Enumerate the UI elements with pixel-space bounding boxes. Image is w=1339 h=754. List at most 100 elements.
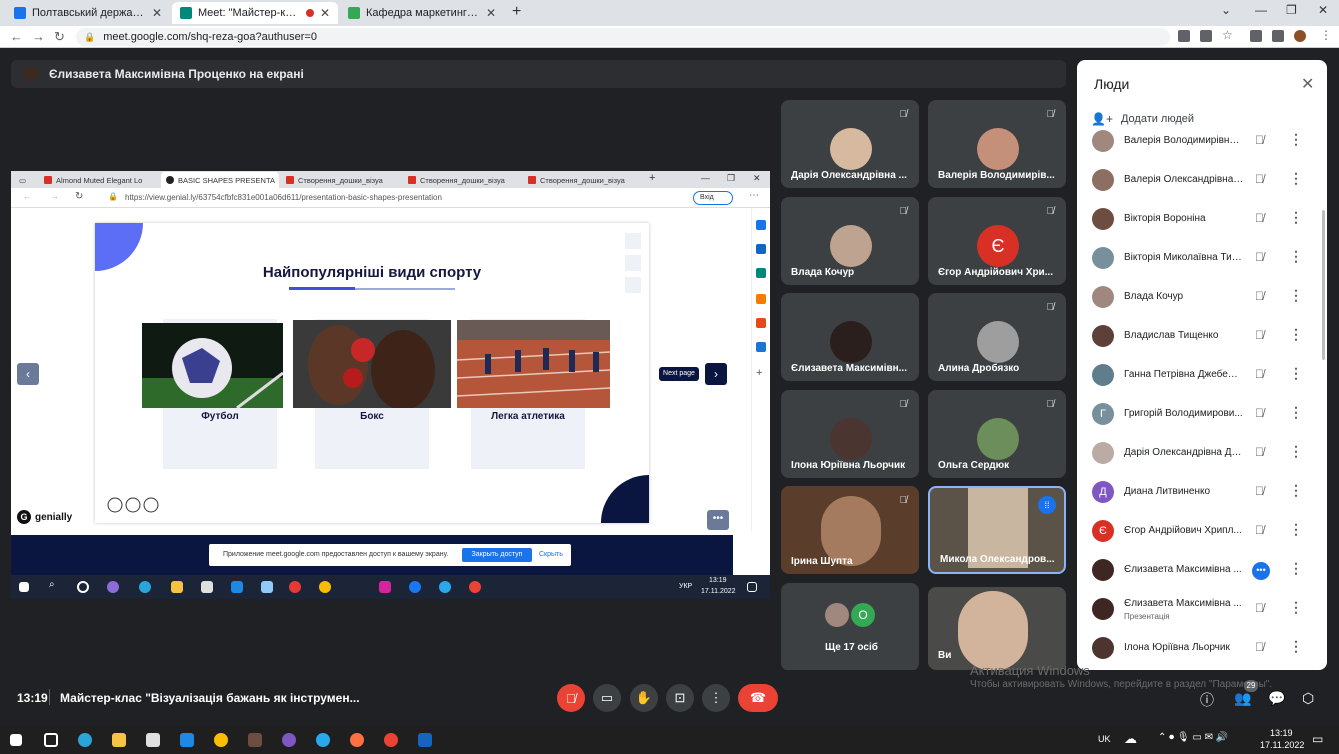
clock-date[interactable]: 17.11.2022 — [1260, 740, 1304, 750]
participant-row[interactable]: Вікторія Миколаївна Тим... 🎙̸ ⋮ — [1077, 239, 1327, 278]
participant-tile[interactable]: 🎙̸ Дарія Олександрівна ... — [781, 100, 919, 188]
chrome-icon[interactable] — [214, 733, 228, 747]
participant-tile[interactable]: Є 🎙̸ Єгор Андрійович Хри... — [928, 197, 1066, 285]
browser-tab-2[interactable]: Meet: "Майстер-клас "Візуа ✕ — [172, 2, 338, 24]
windows-start-icon[interactable] — [10, 734, 22, 746]
chat-icon[interactable]: 💬 — [1268, 690, 1285, 707]
people-icon[interactable]: 👥 — [1234, 690, 1251, 707]
participant-row[interactable]: Д Диана Литвиненко 🎙̸ ⋮ — [1077, 473, 1327, 512]
profile-avatar[interactable] — [1294, 30, 1306, 42]
participant-row[interactable]: Дарія Олександрівна Да... 🎙̸ ⋮ — [1077, 434, 1327, 473]
sidepanel-icon[interactable] — [1272, 30, 1284, 42]
mic-off-icon: 🎙̸ — [1255, 601, 1264, 615]
tab-search-icon[interactable]: ⌄ — [1221, 3, 1231, 17]
participant-row[interactable]: Валерія Олександрівна ... 🎙̸ ⋮ — [1077, 161, 1327, 200]
more-vert-icon[interactable]: ⋮ — [1289, 287, 1303, 304]
participant-row[interactable]: Влада Кочур 🎙̸ ⋮ — [1077, 278, 1327, 317]
extensions-icon[interactable] — [1250, 30, 1262, 42]
close-panel-button[interactable]: ✕ — [1301, 74, 1314, 94]
cloud-icon[interactable]: ☁ — [1124, 731, 1137, 747]
viber-icon[interactable] — [282, 733, 296, 747]
notifications-icon[interactable]: ▭ — [1312, 732, 1323, 746]
participant-tile[interactable]: 🎙̸ Влада Кочур — [781, 197, 919, 285]
camera-icon[interactable] — [1178, 30, 1190, 42]
close-window-button[interactable]: ✕ — [1318, 3, 1328, 17]
participant-row[interactable]: Ілона Юріївна Льорчик 🎙̸ ⋮ — [1077, 629, 1327, 668]
new-tab-button[interactable]: + — [512, 3, 521, 21]
more-vert-icon[interactable]: ⋮ — [1289, 482, 1303, 499]
language-indicator[interactable]: UK — [1098, 734, 1111, 744]
activation-subtitle: Чтобы активировать Windows, перейдите в … — [970, 679, 1273, 690]
address-input[interactable]: 🔒 meet.google.com/shq-reza-goa?authuser=… — [76, 28, 1170, 46]
more-vert-icon[interactable]: ⋮ — [1289, 170, 1303, 187]
more-vert-icon[interactable]: ⋮ — [1289, 443, 1303, 460]
share-icon[interactable] — [1200, 30, 1212, 42]
participant-row[interactable]: Ганна Петрівна Джебеже... 🎙̸ ⋮ — [1077, 356, 1327, 395]
more-vert-icon[interactable]: ⋮ — [1289, 638, 1303, 655]
leave-call-button[interactable]: ☎ — [738, 684, 778, 712]
close-icon[interactable]: ✕ — [320, 6, 330, 20]
browser-tab-strip: Полтавський державний аграр ✕ Meet: "Май… — [0, 0, 1339, 26]
activities-icon[interactable]: ⬡ — [1302, 690, 1314, 707]
participant-row[interactable]: Єлизавета Максимівна ... ••• ⋮ — [1077, 551, 1327, 590]
more-vert-icon[interactable]: ⋮ — [1289, 365, 1303, 382]
raise-hand-button[interactable]: ✋ — [630, 684, 658, 712]
more-vert-icon[interactable]: ⋮ — [1289, 521, 1303, 538]
more-vert-icon[interactable]: ⋮ — [1289, 599, 1303, 616]
participant-row[interactable]: Вікторія Вороніна 🎙̸ ⋮ — [1077, 200, 1327, 239]
mail-icon[interactable] — [180, 733, 194, 747]
participant-video-tile[interactable]: 🎙̸ Ірина Шупта — [781, 486, 919, 574]
participant-tile[interactable]: 🎙̸ Алина Дробязко — [928, 293, 1066, 381]
reload-icon[interactable]: ↻ — [54, 29, 65, 45]
forward-icon[interactable]: → — [32, 29, 45, 44]
tray-icons[interactable]: ⌃ ⏺ 🎙 ▭ ✉ 🔊 — [1158, 732, 1228, 743]
star-icon[interactable]: ☆ — [1222, 28, 1234, 42]
participant-tile[interactable]: 🎙̸ Ілона Юріївна Льорчик — [781, 390, 919, 478]
participant-row[interactable]: Владислав Тищенко 🎙̸ ⋮ — [1077, 317, 1327, 356]
close-icon[interactable]: ✕ — [152, 6, 162, 20]
edge-icon[interactable] — [78, 733, 92, 747]
menu-icon[interactable]: ⋮ — [1320, 28, 1332, 42]
firefox-icon[interactable] — [350, 733, 364, 747]
more-vert-icon[interactable]: ⋮ — [1289, 131, 1303, 148]
participant-tile[interactable]: Єлизавета Максимівн... — [781, 293, 919, 381]
more-vert-icon[interactable]: ⋮ — [1289, 326, 1303, 343]
folder-icon[interactable] — [112, 733, 126, 747]
more-vert-icon[interactable]: ⋮ — [1289, 560, 1303, 577]
chrome-icon[interactable] — [384, 733, 398, 747]
telegram-icon[interactable] — [316, 733, 330, 747]
participant-row[interactable]: Є Єгор Андрійович Хрипл... 🎙̸ ⋮ — [1077, 512, 1327, 551]
participant-tile[interactable]: 🎙̸ Валерія Володимирів... — [928, 100, 1066, 188]
back-icon[interactable]: ← — [10, 29, 23, 44]
info-icon[interactable]: ⓘ — [1200, 690, 1214, 710]
more-options-button[interactable]: ⋮ — [702, 684, 730, 712]
browser-tab-1[interactable]: Полтавський державний аграр ✕ — [6, 2, 170, 24]
participant-tile[interactable]: 🎙̸ Ольга Сердюк — [928, 390, 1066, 478]
clock-time[interactable]: 13:19 — [1270, 728, 1293, 738]
participant-row[interactable]: Єлизавета Максимівна ... Презентація 🎙̸ ⋮ — [1077, 590, 1327, 629]
mic-toggle-button[interactable]: 🎙̸ — [557, 684, 585, 712]
present-button[interactable]: ⊡ — [666, 684, 694, 712]
shared-tab-label: Створення_дошки_візуа — [298, 175, 383, 185]
participant-row[interactable]: Валерія Володимирівна ... 🎙̸ ⋮ — [1077, 122, 1327, 161]
close-icon[interactable]: ✕ — [486, 6, 496, 20]
more-vert-icon[interactable]: ⋮ — [1289, 209, 1303, 226]
people-scrollbar[interactable] — [1322, 210, 1325, 360]
store-icon[interactable] — [146, 733, 160, 747]
self-tile[interactable]: Ви — [928, 587, 1066, 670]
task-view-icon[interactable] — [44, 733, 58, 747]
shared-address-bar: ← → ↻ 🔒 https://view.genial.ly/63754cfbf… — [11, 188, 770, 208]
participant-video-tile-speaking[interactable]: ⁞⁞ Микола Олександров... — [928, 486, 1066, 574]
others-tile[interactable]: О Ще 17 осіб — [781, 583, 919, 671]
camera-toggle-button[interactable]: ▭ — [593, 684, 621, 712]
minimize-button[interactable]: — — [1255, 3, 1267, 17]
participant-row-name: Єлизавета Максимівна ... — [1124, 598, 1242, 609]
word-icon[interactable] — [418, 733, 432, 747]
browser-tab-3[interactable]: Кафедра маркетингу | Полтавс ✕ — [340, 2, 504, 24]
more-vert-icon[interactable]: ⋮ — [1289, 248, 1303, 265]
restore-button[interactable]: ❐ — [1286, 3, 1297, 17]
divider — [49, 689, 50, 705]
participant-row[interactable]: Г Григорій Володимирови... 🎙̸ ⋮ — [1077, 395, 1327, 434]
app-icon[interactable] — [248, 733, 262, 747]
more-vert-icon[interactable]: ⋮ — [1289, 404, 1303, 421]
